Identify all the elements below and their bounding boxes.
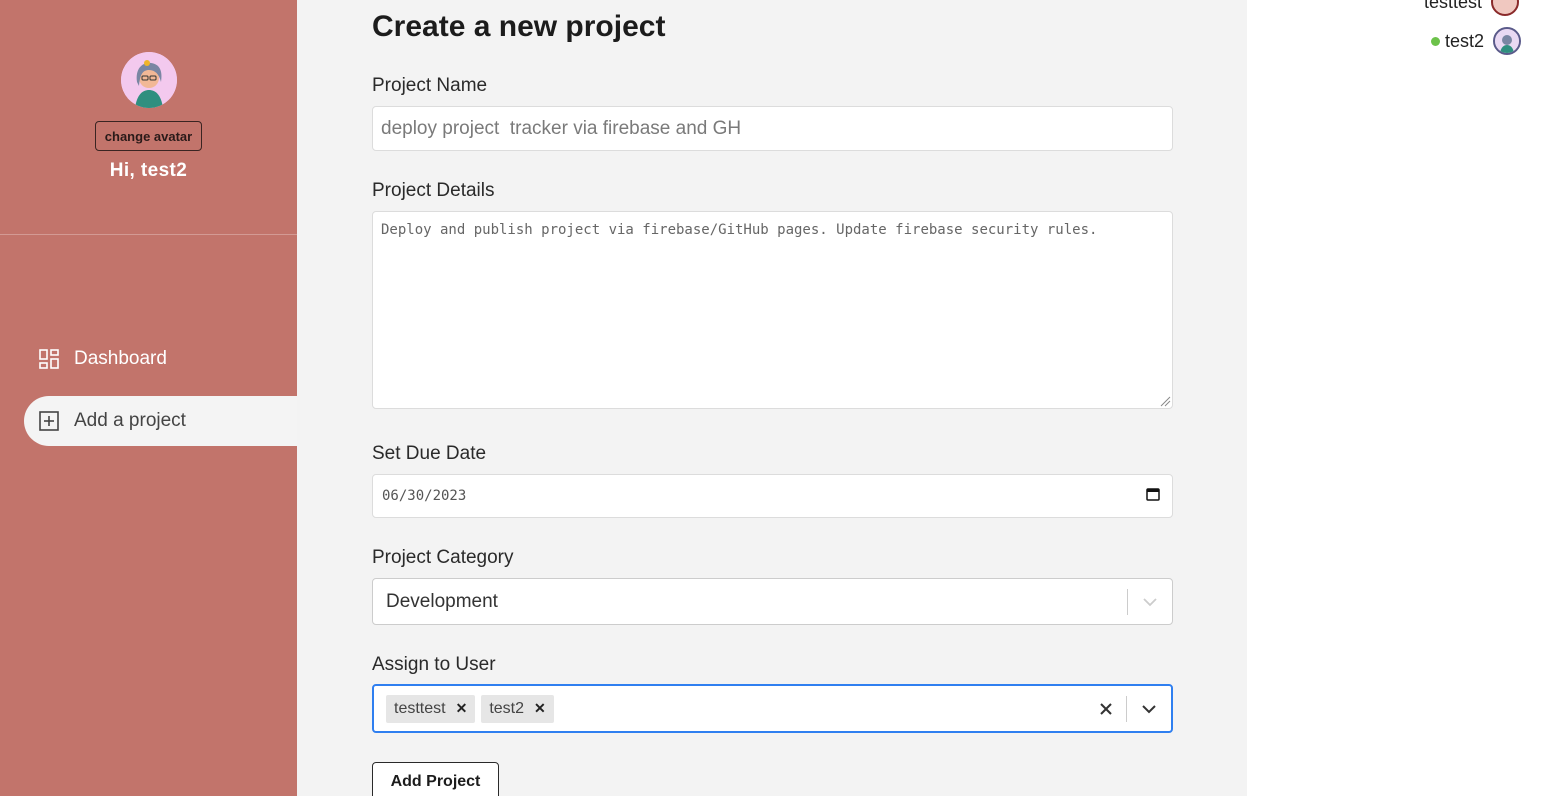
user-tag: test2 ✕ xyxy=(481,694,554,723)
user-greeting: Hi, test2 xyxy=(109,160,188,181)
online-user-avatar xyxy=(1493,27,1522,55)
sidebar-divider xyxy=(0,234,297,235)
online-user-name: test2 xyxy=(1445,30,1485,51)
sidebar: change avatar Hi, test2 Dashboard Add a … xyxy=(0,0,297,796)
remove-tag-icon[interactable]: ✕ xyxy=(452,700,476,717)
chevron-down-icon[interactable] xyxy=(1127,687,1171,731)
main-content: Create a new project Project Name Projec… xyxy=(297,0,1247,796)
dashboard-grid-icon xyxy=(38,348,60,370)
online-user-item: test2 xyxy=(1431,27,1522,55)
avatar-illustration-icon xyxy=(1495,29,1520,53)
online-user-item: testtest xyxy=(1424,0,1520,16)
plus-square-icon xyxy=(38,410,60,432)
clear-all-icon[interactable] xyxy=(1086,702,1126,715)
project-name-input[interactable] xyxy=(372,106,1173,151)
project-category-select[interactable]: Development xyxy=(372,578,1173,625)
project-name-label: Project Name xyxy=(372,75,488,96)
page-title: Create a new project xyxy=(372,10,666,43)
avatar-illustration-icon xyxy=(121,52,177,108)
user-tag-label: testtest xyxy=(394,699,446,717)
user-avatar xyxy=(121,52,177,108)
assigned-users-tags: testtest ✕ test2 ✕ xyxy=(374,694,1086,723)
sidebar-item-label: Add a project xyxy=(74,410,186,431)
project-details-textarea[interactable] xyxy=(372,211,1173,409)
category-selected-value: Development xyxy=(386,590,498,612)
online-user-name: testtest xyxy=(1424,0,1483,12)
due-date-value: 06/30/2023 xyxy=(382,488,467,504)
resize-grip-icon[interactable] xyxy=(1159,395,1171,407)
sidebar-item-label: Dashboard xyxy=(74,348,167,369)
add-project-button[interactable]: Add Project xyxy=(372,762,499,796)
project-details-label: Project Details xyxy=(372,180,495,201)
change-avatar-button[interactable]: change avatar xyxy=(95,121,202,151)
due-date-input[interactable]: 06/30/2023 xyxy=(372,474,1173,518)
online-user-avatar xyxy=(1491,0,1520,16)
sidebar-item-dashboard[interactable]: Dashboard xyxy=(38,344,167,374)
due-date-label: Set Due Date xyxy=(372,443,487,464)
online-status-dot xyxy=(1431,36,1440,46)
calendar-icon[interactable] xyxy=(1146,487,1160,506)
assign-user-label: Assign to User xyxy=(372,654,496,675)
sidebar-item-add-project[interactable]: Add a project xyxy=(24,396,297,446)
chevron-down-icon[interactable] xyxy=(1128,580,1172,624)
user-tag-label: test2 xyxy=(489,699,524,717)
project-category-label: Project Category xyxy=(372,547,514,568)
remove-tag-icon[interactable]: ✕ xyxy=(530,700,554,717)
user-tag: testtest ✕ xyxy=(386,694,476,723)
assign-user-multiselect[interactable]: testtest ✕ test2 ✕ xyxy=(372,684,1173,733)
